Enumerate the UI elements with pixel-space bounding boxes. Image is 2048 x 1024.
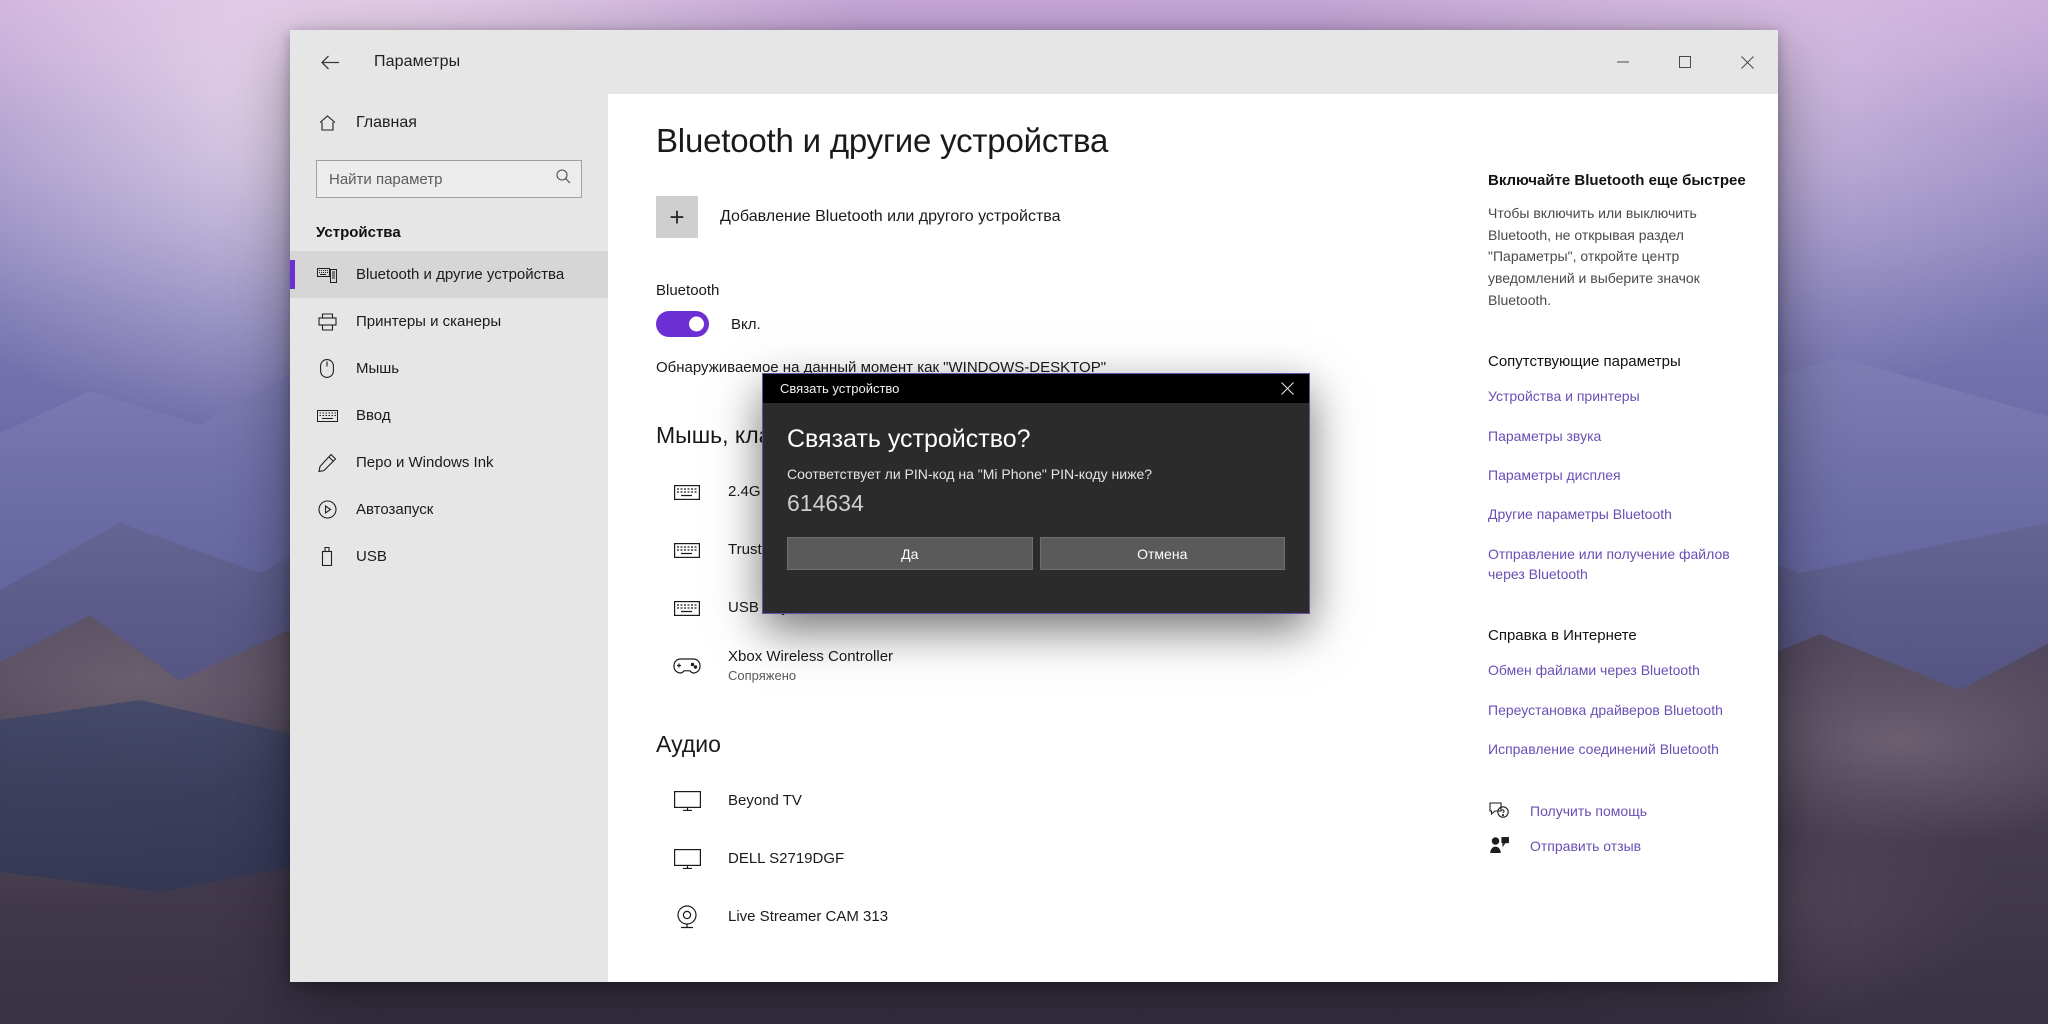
sidebar-item-typing[interactable]: Ввод (290, 392, 608, 439)
sidebar-item-printers[interactable]: Принтеры и сканеры (290, 298, 608, 345)
sidebar-search-wrap (290, 146, 608, 198)
right-info-panel: Включайте Bluetooth еще быстрее Чтобы вк… (1478, 94, 1778, 982)
sidebar-item-autoplay[interactable]: Автозапуск (290, 486, 608, 533)
tip-heading: Включайте Bluetooth еще быстрее (1488, 172, 1746, 189)
related-settings-heading: Сопутствующие параметры (1488, 353, 1681, 371)
keyboard-icon (670, 542, 704, 559)
keyboard-icon (316, 409, 338, 423)
search-input[interactable] (317, 161, 581, 197)
monitor-icon (670, 849, 704, 869)
toggle-knob (689, 316, 704, 332)
send-feedback-label: Отправить отзыв (1530, 837, 1642, 854)
plus-icon: + (656, 196, 698, 238)
related-link-devices-printers[interactable]: Устройства и принтеры (1488, 386, 1748, 406)
sidebar-home-label: Главная (356, 114, 417, 131)
help-chat-icon (1488, 802, 1510, 819)
related-link-sound-settings[interactable]: Параметры звука (1488, 426, 1748, 446)
related-link-more-bluetooth[interactable]: Другие параметры Bluetooth (1488, 504, 1748, 524)
pin-code: 614634 (787, 490, 864, 516)
dialog-body: Связать устройство? Соответствует ли PIN… (763, 403, 1309, 613)
device-name: Live Streamer CAM 313 (728, 907, 889, 925)
confirm-button[interactable]: Да (787, 537, 1033, 570)
mouse-icon (316, 359, 338, 378)
minimize-button[interactable] (1592, 30, 1654, 94)
sidebar-group-title: Устройства (316, 224, 401, 241)
window-controls (1592, 30, 1778, 94)
device-name: Xbox Wireless Controller (728, 648, 894, 666)
dialog-heading: Связать устройство? (787, 425, 1031, 453)
get-help-label: Получить помощь (1530, 802, 1648, 819)
dialog-titlebar-text: Связать устройство (780, 381, 900, 396)
bluetooth-toggle[interactable] (656, 311, 709, 337)
device-status: Сопряжено (728, 668, 797, 684)
webcam-icon (670, 905, 704, 929)
window-titlebar: Параметры (290, 30, 1778, 94)
sidebar-item-label: Мышь (356, 360, 400, 377)
sidebar-item-label: USB (356, 548, 387, 565)
autoplay-icon (316, 500, 338, 519)
send-feedback-link[interactable]: Отправить отзыв (1488, 837, 1748, 854)
tip-text: Чтобы включить или выключить Bluetooth, … (1488, 205, 1700, 308)
help-link-file-exchange[interactable]: Обмен файлами через Bluetooth (1488, 660, 1748, 680)
help-heading: Справка в Интернете (1488, 627, 1637, 645)
sidebar-item-usb[interactable]: USB (290, 533, 608, 580)
dialog-question: Соответствует ли PIN-код на "Mi Phone" P… (787, 466, 1153, 482)
toggle-state-label: Вкл. (731, 315, 761, 333)
sidebar-item-label: Автозапуск (356, 501, 434, 518)
bluetooth-devices-icon (316, 267, 338, 283)
desktop-background: Параметры Главная Найти параметр Устройс… (0, 0, 2048, 1024)
search-box[interactable] (316, 160, 582, 198)
pair-device-dialog: Связать устройство Связать устройство? С… (762, 373, 1310, 614)
device-name: DELL S2719DGF (728, 849, 845, 867)
home-icon (316, 115, 338, 131)
gamepad-icon (670, 657, 704, 675)
printer-icon (316, 312, 338, 331)
dialog-buttons: Да Отмена (787, 537, 1285, 570)
usb-icon (316, 547, 338, 566)
sidebar-item-mouse[interactable]: Мышь (290, 345, 608, 392)
sidebar-item-label: Bluetooth и другие устройства (356, 266, 565, 283)
related-link-send-receive-files[interactable]: Отправление или получение файлов через B… (1488, 544, 1748, 585)
sidebar-item-pen[interactable]: Перо и Windows Ink (290, 439, 608, 486)
keyboard-icon (670, 600, 704, 617)
pen-icon (316, 453, 338, 472)
sidebar-item-home[interactable]: Главная (290, 100, 608, 146)
feedback-icon (1488, 837, 1510, 854)
help-link-fix-connections[interactable]: Исправление соединений Bluetooth (1488, 739, 1748, 759)
monitor-icon (670, 791, 704, 811)
close-icon[interactable] (1265, 374, 1309, 403)
keyboard-icon (670, 484, 704, 501)
maximize-button[interactable] (1654, 30, 1716, 94)
back-arrow-icon[interactable] (302, 40, 358, 84)
sidebar-item-label: Принтеры и сканеры (356, 313, 502, 330)
settings-sidebar: Главная Устройства (290, 94, 608, 982)
sidebar-item-label: Перо и Windows Ink (356, 454, 494, 471)
device-name: Beyond TV (728, 791, 802, 809)
cancel-button[interactable]: Отмена (1039, 537, 1285, 570)
related-link-display-settings[interactable]: Параметры дисплея (1488, 465, 1748, 485)
sidebar-item-bluetooth[interactable]: Bluetooth и другие устройства (290, 251, 608, 298)
add-device-label: Добавление Bluetooth или другого устройс… (720, 208, 1061, 225)
dialog-titlebar: Связать устройство (763, 374, 1309, 403)
close-button[interactable] (1716, 30, 1778, 94)
sidebar-item-label: Ввод (356, 407, 391, 424)
window-title: Параметры (374, 53, 461, 70)
help-link-reinstall-drivers[interactable]: Переустановка драйверов Bluetooth (1488, 700, 1748, 720)
get-help-link[interactable]: Получить помощь (1488, 802, 1748, 819)
